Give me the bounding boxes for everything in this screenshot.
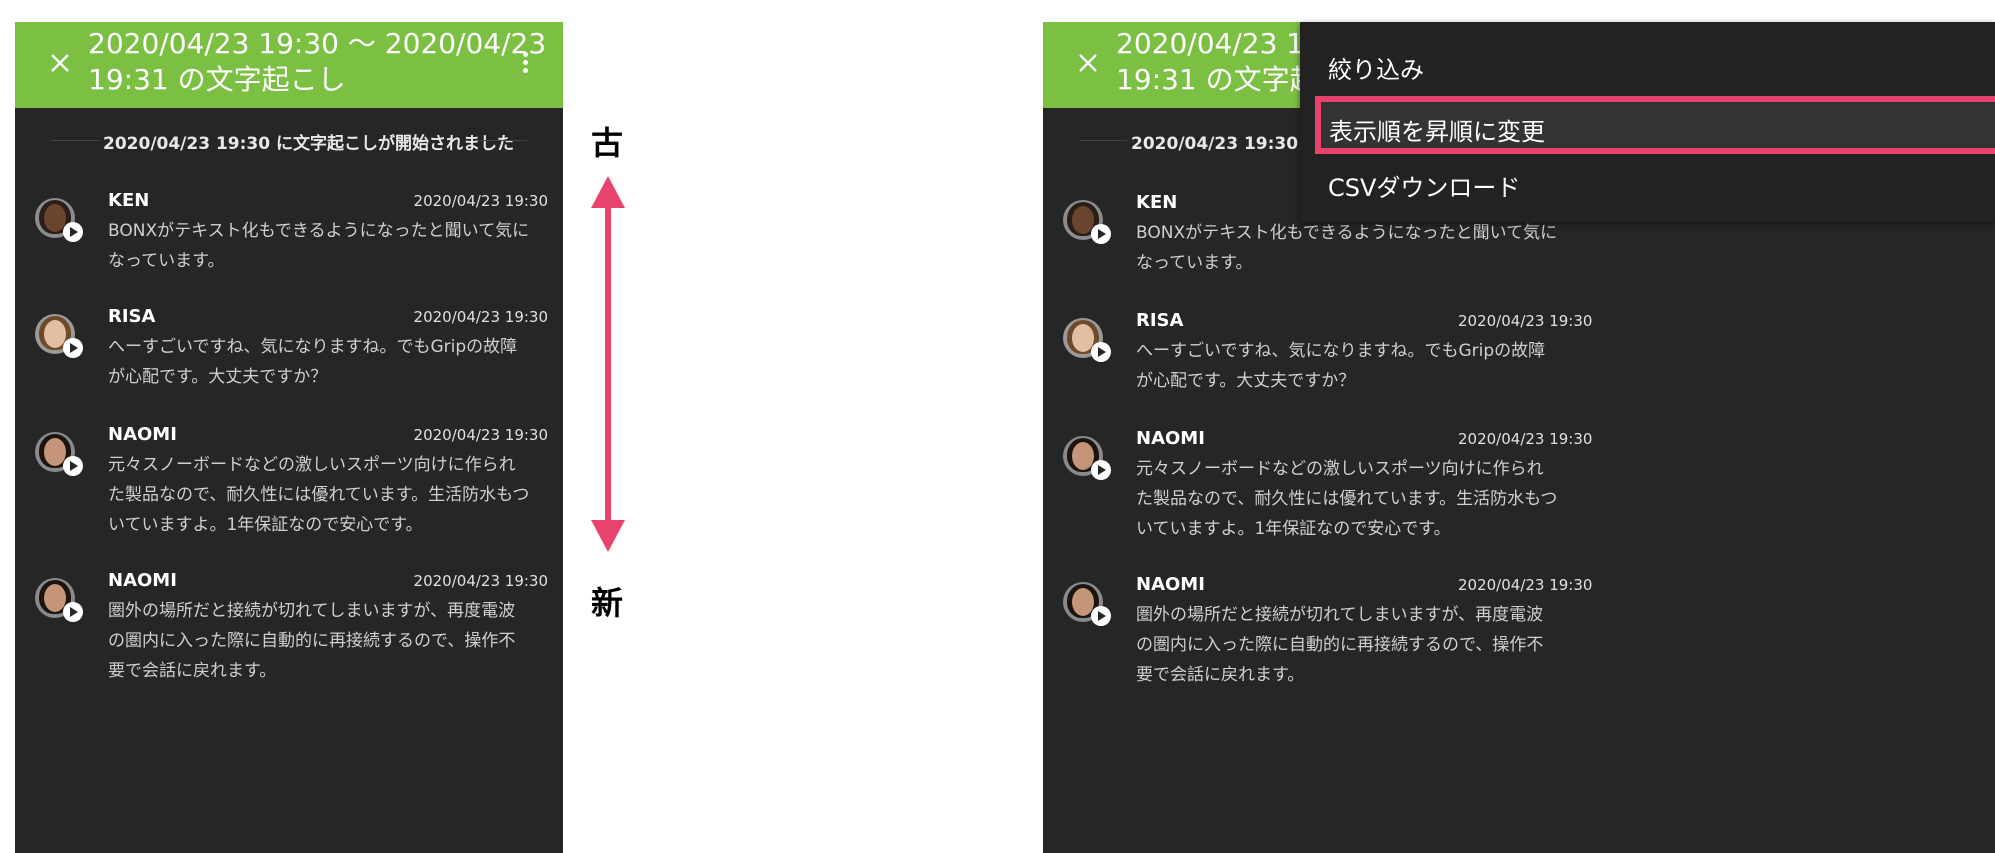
play-audio-icon[interactable] [1091, 606, 1111, 626]
play-audio-icon[interactable] [63, 456, 83, 476]
play-audio-icon[interactable] [63, 222, 83, 242]
message-timestamp: 2020/04/23 19:30 [413, 572, 548, 590]
menu-item-csv-download[interactable]: CSVダウンロード [1328, 168, 1520, 203]
order-arrow-icon [591, 176, 625, 552]
avatar [35, 432, 83, 476]
app-bar: 2020/04/23 19:30 〜 2020/04/23 19:31 の文字起… [15, 22, 563, 108]
message-text-line: BONXがテキスト化もできるようになったと聞いて気に [108, 221, 530, 241]
message-timestamp: 2020/04/23 19:30 [413, 308, 548, 326]
avatar [35, 578, 83, 622]
menu-item-sort-ascending[interactable]: 表示順を昇順に変更 [1315, 96, 1995, 154]
avatar [35, 314, 83, 358]
message-text-line: なっています。 [1136, 253, 1253, 273]
message-text: 圏外の場所だと接続が切れてしまいますが、再度電波 の圏内に入った際に自動的に再接続… [1136, 600, 1995, 690]
speaker-name: RISA [1136, 310, 1184, 331]
message-text-line: 要で会話に戻れます。 [108, 661, 277, 681]
message-text-line: が心配です。大丈夫ですか？ [108, 367, 328, 387]
message-text-line: た製品なので、耐久性には優れています。生活防水もつ [108, 485, 530, 505]
message-text-line: 元々スノーボードなどの激しいスポーツ向けに作られ [108, 455, 516, 475]
speaker-name: RISA [108, 306, 156, 327]
message-timestamp: 2020/04/23 19:30 [1458, 430, 1593, 448]
avatar [1063, 318, 1111, 362]
label-oldest: 古 [591, 124, 624, 162]
play-audio-icon[interactable] [1091, 342, 1111, 362]
message-text-line: 圏外の場所だと接続が切れてしまいますが、再度電波 [1136, 605, 1544, 625]
message-text: BONXがテキスト化もできるようになったと聞いて気に なっています。 [1136, 218, 1995, 278]
message-text-line: た製品なので、耐久性には優れています。生活防水もつ [1136, 489, 1558, 509]
message-text-line: の圏内に入った際に自動的に再接続するので、操作不 [108, 631, 516, 651]
avatar [35, 198, 83, 242]
speaker-name: KEN [108, 190, 150, 211]
message-text-line: いていますよ。1年保証なので安心です。 [1136, 519, 1451, 539]
message-timestamp: 2020/04/23 19:30 [413, 426, 548, 444]
message-timestamp: 2020/04/23 19:30 [413, 192, 548, 210]
transcription-start-notice: 2020/04/23 19:30 に文字起こしが開始されました [15, 124, 563, 154]
message-text-line: が心配です。大丈夫ですか？ [1136, 371, 1356, 391]
avatar [1063, 436, 1111, 480]
play-audio-icon[interactable] [1091, 460, 1111, 480]
message-text: BONXがテキスト化もできるようになったと聞いて気に なっています。 [108, 216, 548, 276]
transcript-panel-default: 2020/04/23 19:30 〜 2020/04/23 19:31 の文字起… [15, 22, 563, 853]
message-text-line: いていますよ。1年保証なので安心です。 [108, 515, 423, 535]
menu-item-filter[interactable]: 絞り込み [1328, 50, 1424, 85]
speaker-name: NAOMI [108, 570, 177, 591]
menu-item-label: 表示順を昇順に変更 [1329, 118, 1545, 146]
message-text-line: の圏内に入った際に自動的に再接続するので、操作不 [1136, 635, 1544, 655]
play-audio-icon[interactable] [63, 338, 83, 358]
message-text: へーすごいですね、気になりますね。でもGripの故障 が心配です。大丈夫ですか？ [108, 332, 548, 392]
message-text: 元々スノーボードなどの激しいスポーツ向けに作られ た製品なので、耐久性には優れてい… [1136, 454, 1995, 544]
speaker-name: KEN [1136, 192, 1178, 213]
page-title: 2020/04/23 19:30 〜 2020/04/23 19:31 の文字起… [88, 27, 547, 96]
play-audio-icon[interactable] [63, 602, 83, 622]
divider [1079, 140, 1127, 141]
close-icon[interactable] [1077, 52, 1099, 74]
speaker-name: NAOMI [108, 424, 177, 445]
avatar [1063, 200, 1111, 244]
overflow-menu: 絞り込み 表示順を昇順に変更 CSVダウンロード [1300, 22, 1995, 222]
label-newest: 新 [591, 584, 624, 622]
divider [51, 140, 99, 141]
more-vert-icon[interactable] [521, 52, 529, 76]
message-text-line: なっています。 [108, 251, 225, 271]
message-timestamp: 2020/04/23 19:30 [1458, 312, 1593, 330]
avatar [1063, 582, 1111, 626]
message-text: 元々スノーボードなどの激しいスポーツ向けに作られ た製品なので、耐久性には優れてい… [108, 450, 548, 540]
speaker-name: NAOMI [1136, 574, 1205, 595]
message-text-line: 元々スノーボードなどの激しいスポーツ向けに作られ [1136, 459, 1544, 479]
message-text-line: へーすごいですね、気になりますね。でもGripの故障 [1136, 341, 1546, 361]
speaker-name: NAOMI [1136, 428, 1205, 449]
message-text: 圏外の場所だと接続が切れてしまいますが、再度電波 の圏内に入った際に自動的に再接続… [108, 596, 548, 686]
message-text-line: BONXがテキスト化もできるようになったと聞いて気に [1136, 223, 1558, 243]
play-audio-icon[interactable] [1091, 224, 1111, 244]
close-icon[interactable] [49, 52, 71, 74]
divider [479, 140, 527, 141]
message-text-line: 圏外の場所だと接続が切れてしまいますが、再度電波 [108, 601, 516, 621]
message-timestamp: 2020/04/23 19:30 [1458, 576, 1593, 594]
message-text-line: 要で会話に戻れます。 [1136, 665, 1305, 685]
message-text: へーすごいですね、気になりますね。でもGripの故障 が心配です。大丈夫ですか？ [1136, 336, 1995, 396]
message-text-line: へーすごいですね、気になりますね。でもGripの故障 [108, 337, 518, 357]
